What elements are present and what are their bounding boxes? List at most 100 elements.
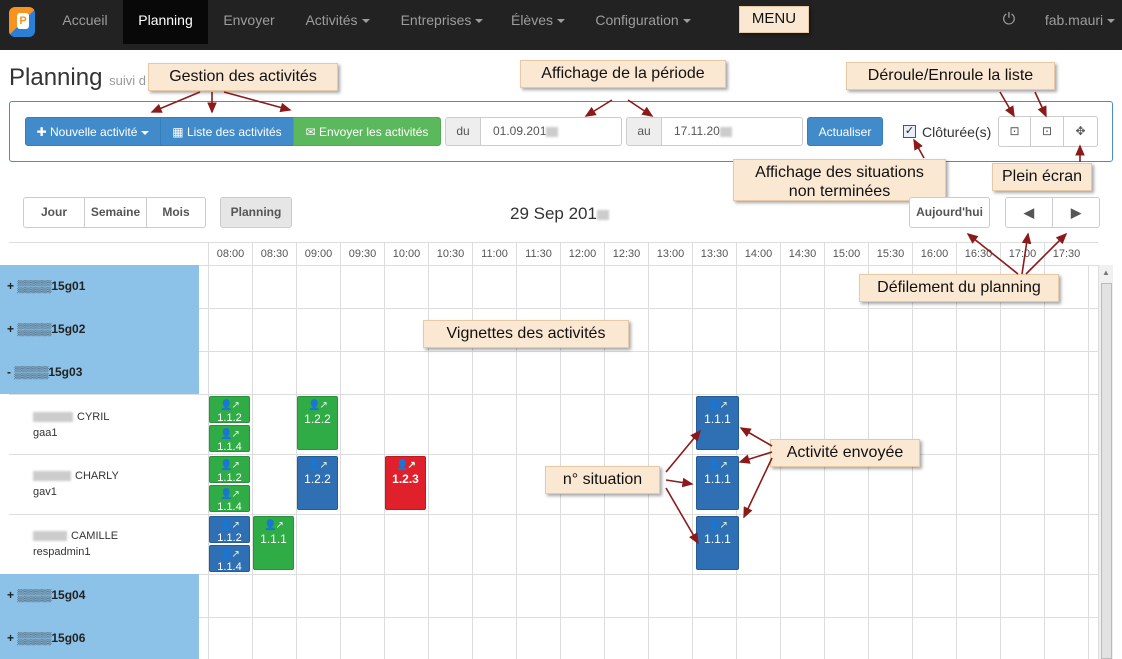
activity-tile[interactable]: 👤↗ 1.1.2 <box>209 456 250 483</box>
nav-planning[interactable]: Planning <box>123 0 208 44</box>
expand-list-button[interactable]: ⊡ <box>1030 116 1064 147</box>
app-logo[interactable]: P <box>9 7 35 37</box>
move-arrows-icon: ✥ <box>1075 124 1086 138</box>
activity-tile-sent[interactable]: 👤↗ 1.1.1 <box>696 516 739 570</box>
user-send-icon: 👤↗ <box>308 460 328 471</box>
to-date-input[interactable]: 17.11.20 <box>661 117 803 146</box>
user-menu[interactable]: fab.mauri <box>1040 0 1120 44</box>
user-send-icon: 👤↗ <box>220 549 240 560</box>
arrow-right-icon: ▶ <box>1071 205 1081 220</box>
nav-activites[interactable]: Activités <box>295 0 380 44</box>
callout-situation: n° situation <box>545 466 660 494</box>
callout-situations: Affichage des situations non terminées <box>733 159 946 201</box>
callout-deroule: Déroule/Enroule la liste <box>846 62 1055 90</box>
chevron-down-icon <box>1107 19 1116 24</box>
time-slot-header: 16:00 <box>912 242 956 265</box>
grid-line <box>9 514 1098 515</box>
logo-letter: P <box>17 13 29 29</box>
person-camille: CAMILLE respadmin1 <box>33 530 119 558</box>
view-planning-button[interactable]: Planning <box>220 197 292 228</box>
to-label: au <box>626 117 662 146</box>
callout-plein-ecran: Plein écran <box>992 163 1092 191</box>
expand-icon: ⊡ <box>1041 124 1053 138</box>
scroll-up-icon: ▲ <box>1102 268 1110 277</box>
top-navbar: P Accueil Planning Envoyer Activités Ent… <box>0 0 1122 50</box>
callout-gestion: Gestion des activités <box>148 63 338 91</box>
from-date-input[interactable]: 01.09.201 <box>480 117 622 146</box>
today-button[interactable]: Aujourd'hui <box>909 197 990 228</box>
callout-envoyee: Activité envoyée <box>770 439 920 467</box>
activity-tile-sent[interactable]: 👤↗ 1.2.2 <box>297 456 338 510</box>
group-row-g03[interactable]: - ▒▒▒▒15g03 <box>0 351 199 394</box>
collapse-icon: ⊡ <box>1009 124 1020 138</box>
view-day-button[interactable]: Jour <box>23 197 85 228</box>
arrow-left-icon: ◀ <box>1024 205 1034 220</box>
view-week-button[interactable]: Semaine <box>84 197 147 228</box>
group-row-g04[interactable]: + ▒▒▒▒15g04 <box>0 574 199 617</box>
time-slot-header: 17:00 <box>1000 242 1044 265</box>
list-activities-button[interactable]: ▦ Liste des activités <box>160 117 294 146</box>
nav-configuration[interactable]: Configuration <box>588 0 698 44</box>
activity-tile[interactable]: 👤↗ 1.1.4 <box>209 425 250 452</box>
time-slot-header: 09:30 <box>340 242 384 265</box>
user-send-icon: 👤↗ <box>220 520 240 531</box>
activity-tile-sent[interactable]: 👤↗ 1.1.2 <box>209 516 250 543</box>
nav-envoyer[interactable]: Envoyer <box>214 0 284 44</box>
time-slot-header: 14:30 <box>780 242 824 265</box>
time-slot-header: 15:00 <box>824 242 868 265</box>
chevron-down-icon <box>682 19 691 24</box>
nav-eleves[interactable]: Élèves <box>503 0 573 44</box>
chevron-down-icon <box>557 19 566 24</box>
grid-line <box>9 394 1098 395</box>
nav-entreprises[interactable]: Entreprises <box>392 0 492 44</box>
callout-affichage: Affichage de la période <box>520 60 726 88</box>
chevron-down-icon <box>141 130 150 135</box>
grid-line <box>1044 265 1045 659</box>
activity-tile[interactable]: 👤↗ 1.1.1 <box>253 516 294 570</box>
grid-line <box>340 265 341 659</box>
grid-icon: ▦ <box>172 125 187 139</box>
time-slot-header: 12:30 <box>604 242 648 265</box>
chevron-down-icon <box>475 19 484 24</box>
activity-tile-sent[interactable]: 👤↗ 1.1.4 <box>209 545 250 572</box>
fullscreen-button[interactable]: ✥ <box>1063 116 1098 147</box>
nav-accueil[interactable]: Accueil <box>52 0 118 44</box>
refresh-button[interactable]: Actualiser <box>807 117 883 146</box>
grid-line <box>1000 265 1001 659</box>
collapse-list-button[interactable]: ⊡ <box>998 116 1031 147</box>
power-icon[interactable]: ⏻ <box>998 0 1020 44</box>
closed-checkbox[interactable]: ✓ <box>903 125 916 138</box>
grid-line <box>9 454 1098 455</box>
page-title: Planning suivi d <box>9 64 146 91</box>
grid-line <box>956 265 957 659</box>
activity-tile-sent[interactable]: 👤↗ 1.1.1 <box>696 456 739 510</box>
group-row-g01[interactable]: + ▒▒▒▒15g01 <box>0 265 199 308</box>
grid-line <box>648 265 649 659</box>
time-slot-header: 08:30 <box>252 242 296 265</box>
plus-icon: ✚ <box>36 125 50 139</box>
activity-tile[interactable]: 👤↗ 1.2.2 <box>297 396 338 450</box>
group-row-g02[interactable]: + ▒▒▒▒15g02 <box>0 308 199 351</box>
scroll-thumb[interactable] <box>1101 283 1112 659</box>
page-subtitle: suivi d <box>109 73 146 88</box>
activity-tile-unfinished[interactable]: 👤↗ 1.2.3 <box>385 456 426 510</box>
activity-tile-sent[interactable]: 👤↗ 1.1.1 <box>696 396 739 450</box>
prev-button[interactable]: ◀ <box>1005 197 1053 228</box>
user-send-icon: 👤↗ <box>708 400 728 411</box>
send-activities-button[interactable]: ✉ Envoyer les activités <box>293 117 441 146</box>
new-activity-button[interactable]: ✚ Nouvelle activité <box>25 117 161 146</box>
group-row-g06[interactable]: + ▒▒▒▒15g06 <box>0 617 199 659</box>
time-slot-header: 13:00 <box>648 242 692 265</box>
vertical-scrollbar[interactable]: ▲ <box>1098 265 1113 659</box>
activity-tile[interactable]: 👤↗ 1.1.4 <box>209 485 250 512</box>
time-slot-header: 10:00 <box>384 242 428 265</box>
time-slot-header: 11:30 <box>516 242 560 265</box>
grid-line <box>1088 265 1089 659</box>
grid-line <box>252 265 253 659</box>
next-button[interactable]: ▶ <box>1052 197 1100 228</box>
user-send-icon: 👤↗ <box>220 400 240 411</box>
chevron-down-icon <box>361 19 370 24</box>
time-slot-header: 14:00 <box>736 242 780 265</box>
view-month-button[interactable]: Mois <box>146 197 206 228</box>
activity-tile[interactable]: 👤↗ 1.1.2 <box>209 396 250 423</box>
